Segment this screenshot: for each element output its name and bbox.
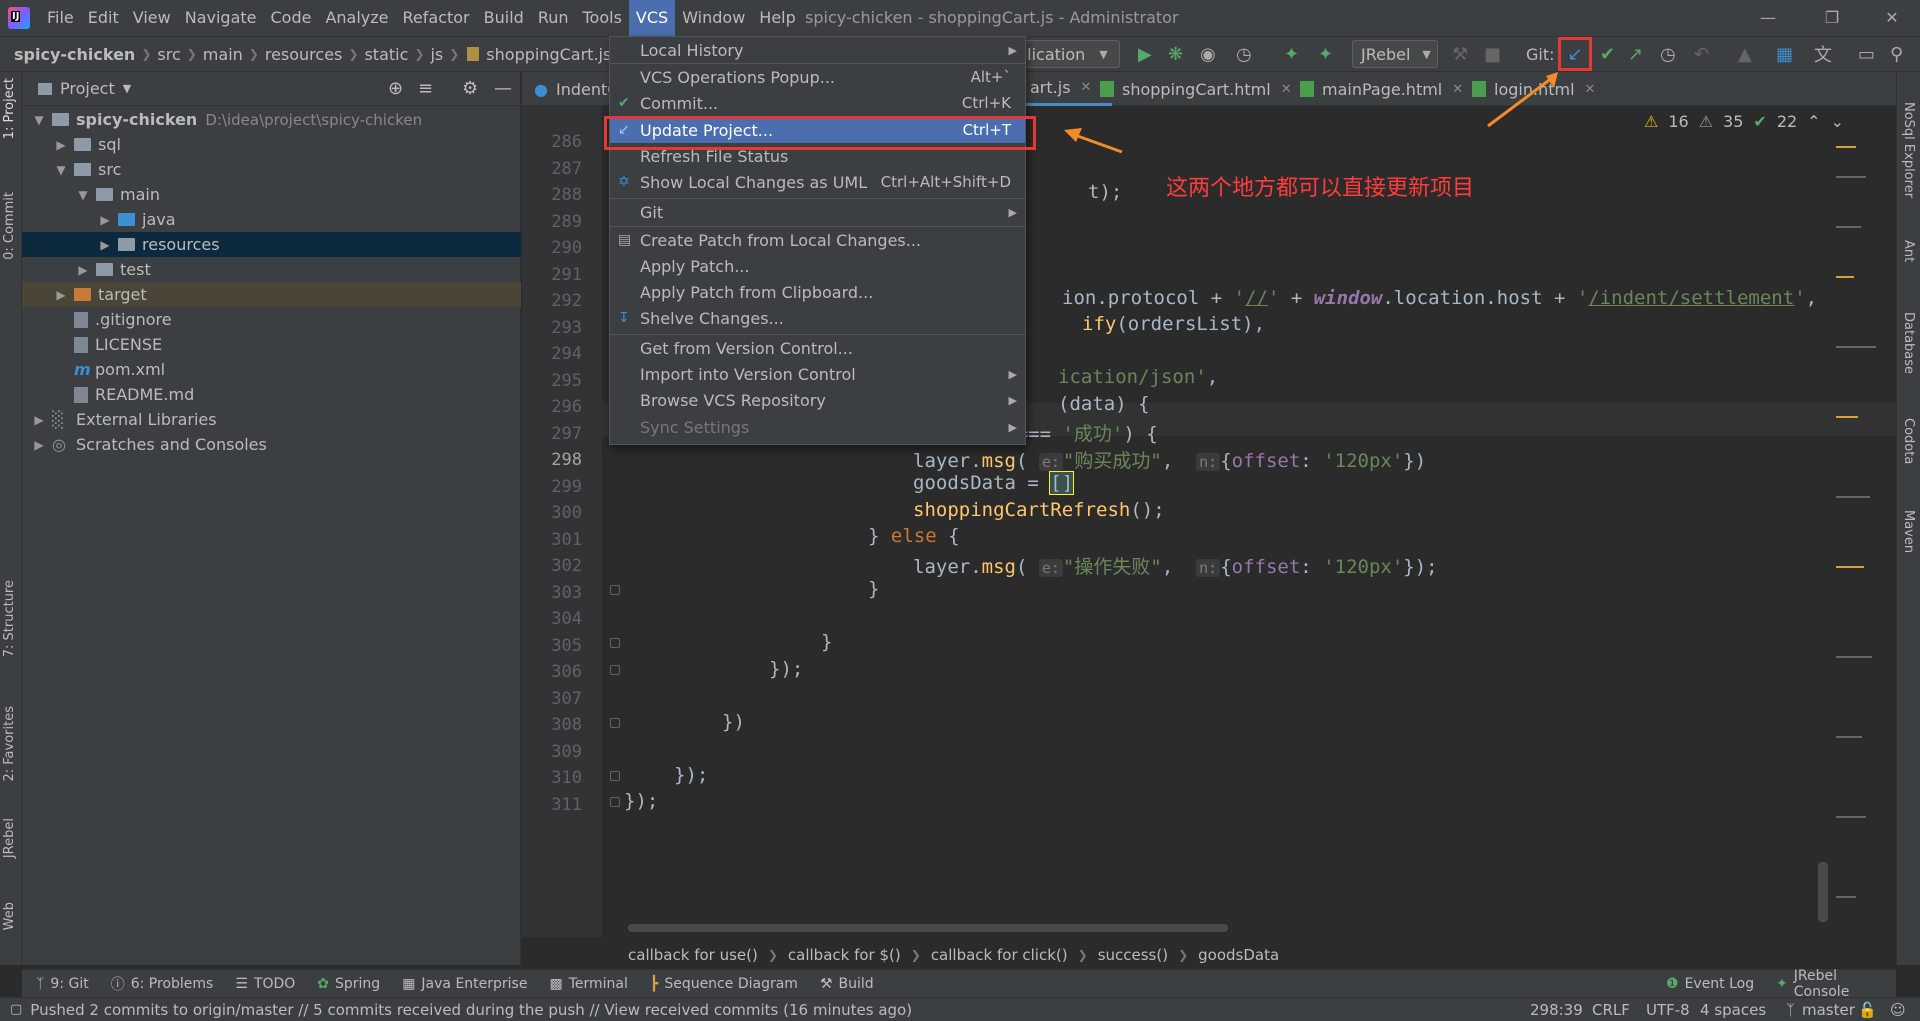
tool-label: Terminal — [568, 975, 628, 992]
tool-label: TODO — [253, 975, 296, 992]
tool-label: JRebel Console — [1793, 967, 1850, 1000]
tool-build[interactable]: ⚒ Build — [820, 976, 874, 992]
tool-spring[interactable]: ✿ Spring — [317, 976, 380, 992]
spring-leaf-icon: ✿ — [317, 975, 329, 992]
line-separator[interactable]: CRLF — [1592, 1001, 1630, 1019]
git-branch-icon: ᛉ — [1786, 1000, 1796, 1019]
tool-label: Spring — [335, 975, 381, 992]
lock-icon[interactable]: 🔓 — [1858, 1001, 1877, 1019]
file-encoding[interactable]: UTF-8 — [1646, 1001, 1690, 1019]
tool-label: Event Log — [1684, 975, 1755, 992]
tool-label: Sequence Diagram — [664, 975, 798, 992]
terminal-icon: ▩ — [549, 975, 563, 992]
jrebel-icon: ✦ — [1776, 975, 1788, 992]
bottom-tool-bar: ᛉ 9: Git ⓘ 6: Problems ☰ TODO ✿ Spring ▦ Java… — [22, 968, 1896, 1000]
tool-jrebel-console[interactable]: ✦ JRebel Console — [1776, 968, 1888, 1000]
problems-icon: ⓘ — [110, 976, 125, 993]
java-enterprise-icon: ▦ — [402, 975, 416, 992]
caret-position[interactable]: 298:39 — [1530, 1001, 1583, 1019]
tool-todo[interactable]: ☰ TODO — [235, 976, 295, 992]
git-branch[interactable]: master — [1802, 1001, 1855, 1019]
tool-git[interactable]: ᛉ 9: Git — [36, 976, 89, 992]
git-branch-icon: ᛉ — [36, 975, 45, 992]
tool-label: 6: Problems — [130, 975, 214, 992]
tool-problems[interactable]: ⓘ 6: Problems — [111, 974, 214, 994]
tool-sequence-diagram[interactable]: ┣ Sequence Diagram — [650, 976, 798, 992]
tool-label: Java Enterprise — [421, 975, 528, 992]
arrow-to-menu-item — [1064, 128, 1123, 154]
status-message[interactable]: Pushed 2 commits to origin/master // 5 c… — [30, 1001, 912, 1019]
tool-label: Build — [838, 975, 874, 992]
tool-event-log[interactable]: ❶ Event Log — [1666, 976, 1754, 992]
tool-java-enterprise[interactable]: ▦ Java Enterprise — [402, 976, 527, 992]
status-square-icon[interactable]: ▢ — [10, 1002, 22, 1017]
indent-setting[interactable]: 4 spaces — [1700, 1001, 1766, 1019]
sequence-diagram-icon: ┣ — [649, 975, 659, 992]
arrow-to-toolbar-button — [1487, 72, 1558, 128]
hammer-icon: ⚒ — [819, 975, 833, 992]
tool-label: 9: Git — [50, 975, 89, 992]
event-log-icon: ❶ — [1666, 975, 1679, 992]
tool-terminal[interactable]: ▩ Terminal — [549, 976, 627, 992]
notifications-icon[interactable]: ☺ — [1890, 1001, 1906, 1019]
annotation-text: 这两个地方都可以直接更新项目 — [1166, 176, 1475, 201]
status-bar: ▢ Pushed 2 commits to origin/master // 5… — [0, 997, 1920, 1021]
list-icon: ☰ — [235, 975, 248, 992]
annotation-arrows — [1064, 72, 1558, 154]
